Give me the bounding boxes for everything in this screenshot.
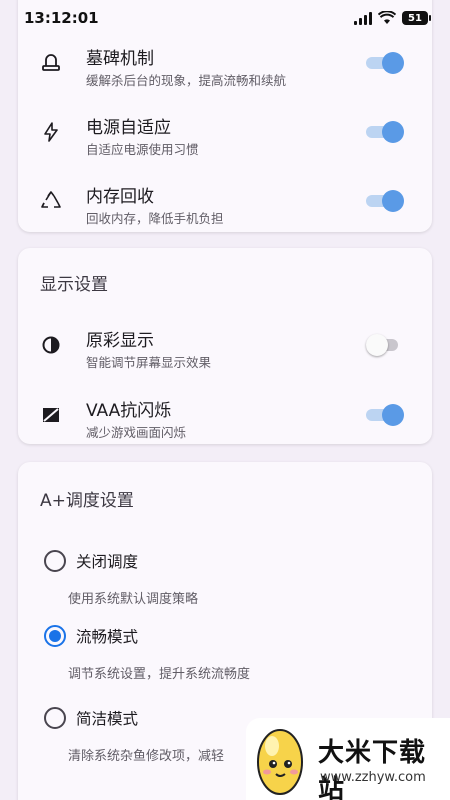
flicker-icon	[43, 408, 59, 422]
option-label: 流畅模式	[76, 628, 139, 646]
anti-flicker-toggle[interactable]	[366, 404, 406, 426]
battery-level: 51	[408, 12, 422, 24]
card-title: 显示设置	[40, 275, 108, 295]
rice-grain-logo-icon	[257, 729, 303, 795]
lightning-icon	[44, 122, 58, 142]
option-description: 使用系统默认调度策略	[68, 592, 199, 607]
setting-subtitle: 自适应电源使用习惯	[86, 142, 199, 157]
setting-subtitle: 回收内存，降低手机负担	[86, 211, 224, 226]
setting-title: 原彩显示	[86, 331, 154, 351]
setting-subtitle: 智能调节屏幕显示效果	[86, 355, 212, 370]
status-bar: 13:12:01 51	[0, 0, 450, 36]
setting-row-anti-flicker[interactable]: VAA抗闪烁 减少游戏画面闪烁	[18, 392, 432, 452]
radio-button[interactable]	[44, 550, 66, 572]
site-watermark: 大米下载站 www.zzhyw.com	[246, 718, 450, 800]
display-settings-card: 显示设置 原彩显示 智能调节屏幕显示效果 VAA抗闪烁 减少游戏画面闪烁	[18, 248, 432, 444]
setting-title: 内存回收	[86, 187, 154, 207]
recycle-icon	[41, 191, 61, 208]
option-description: 清除系统杂鱼修改项，减轻	[68, 749, 225, 764]
contrast-icon	[42, 336, 60, 354]
battery-icon: 51	[402, 11, 431, 25]
setting-title: VAA抗闪烁	[86, 401, 172, 421]
power-adaptive-toggle[interactable]	[366, 121, 406, 143]
true-color-toggle[interactable]	[366, 334, 406, 356]
setting-row-true-color[interactable]: 原彩显示 智能调节屏幕显示效果	[18, 322, 432, 382]
wifi-icon	[378, 11, 396, 24]
watermark-brand: 大米下载站	[318, 738, 427, 800]
watermark-url: www.zzhyw.com	[320, 770, 426, 785]
radio-button[interactable]	[44, 707, 66, 729]
setting-title: 电源自适应	[86, 118, 171, 138]
setting-row-tombstone[interactable]: 墓碑机制 缓解杀后台的现象，提高流畅和续航	[18, 40, 432, 100]
setting-subtitle: 减少游戏画面闪烁	[86, 425, 187, 440]
schedule-option-off[interactable]: 关闭调度 使用系统默认调度策略	[18, 550, 432, 620]
setting-row-memory-recycle[interactable]: 内存回收 回收内存，降低手机负担	[18, 178, 432, 238]
schedule-option-smooth[interactable]: 流畅模式 调节系统设置，提升系统流畅度	[18, 625, 432, 695]
option-label: 关闭调度	[76, 553, 139, 571]
tombstone-icon	[42, 54, 60, 71]
option-description: 调节系统设置，提升系统流畅度	[68, 667, 251, 682]
option-label: 简洁模式	[76, 710, 139, 728]
tombstone-toggle[interactable]	[366, 52, 406, 74]
setting-title: 墓碑机制	[86, 49, 154, 69]
card-title: A+调度设置	[40, 491, 134, 511]
memory-recycle-toggle[interactable]	[366, 190, 406, 212]
cellular-signal-icon	[354, 11, 372, 25]
setting-subtitle: 缓解杀后台的现象，提高流畅和续航	[86, 73, 287, 88]
status-indicators: 51	[354, 11, 431, 25]
setting-row-power-adaptive[interactable]: 电源自适应 自适应电源使用习惯	[18, 109, 432, 169]
radio-button-checked[interactable]	[44, 625, 66, 647]
status-time: 13:12:01	[24, 9, 99, 27]
